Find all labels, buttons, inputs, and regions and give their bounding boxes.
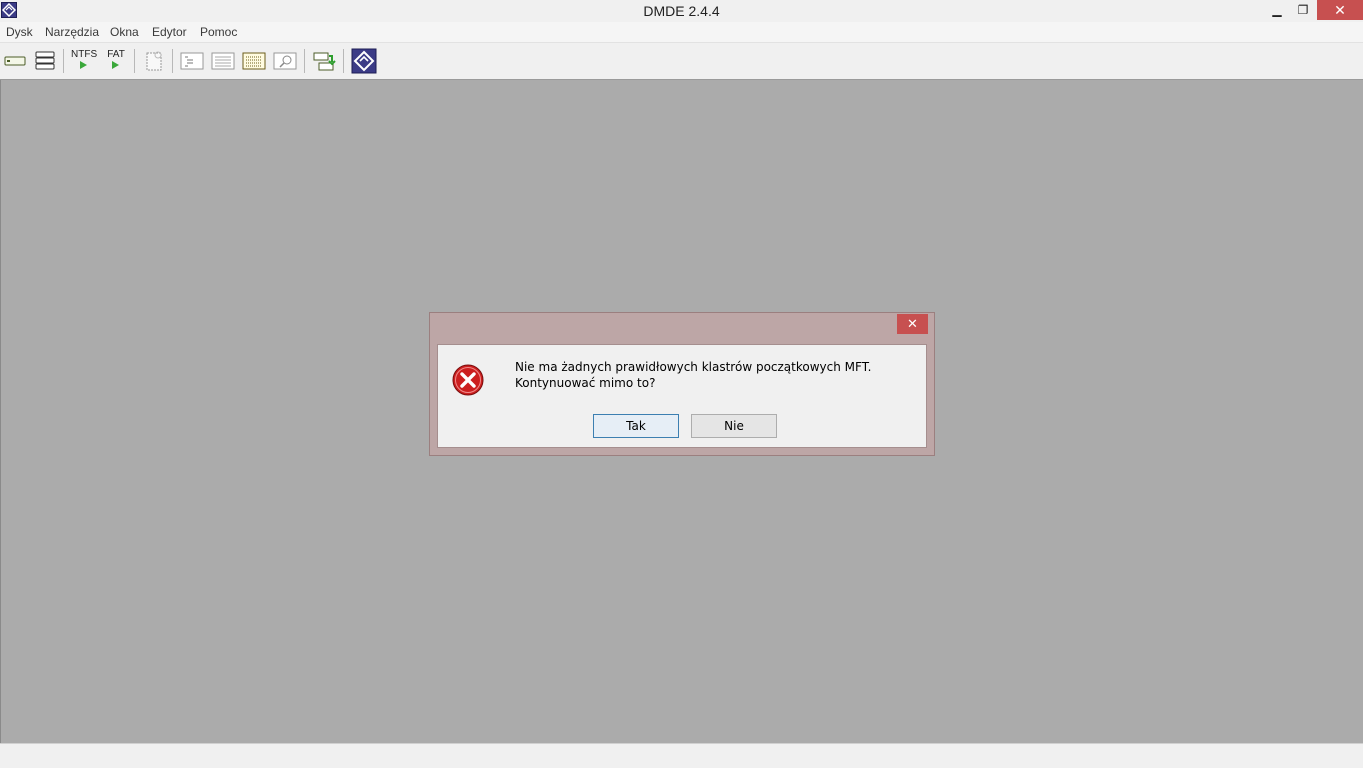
- hex-view-button[interactable]: [241, 48, 267, 74]
- menu-okna[interactable]: Okna: [110, 25, 139, 39]
- fat-search-button[interactable]: FAT: [103, 48, 129, 74]
- dmde-logo-button[interactable]: [351, 48, 377, 74]
- title-bar: DMDE 2.4.4 ▁ ❐ ✕: [0, 0, 1363, 22]
- ntfs-label: NTFS: [71, 49, 98, 60]
- list-view-button[interactable]: [210, 48, 236, 74]
- restore-button[interactable]: ❐: [1288, 0, 1318, 20]
- toolbar-separator: [134, 49, 135, 73]
- toolbar-separator: [304, 49, 305, 73]
- ntfs-play-icon: [80, 61, 87, 69]
- close-icon: ✕: [907, 316, 918, 331]
- ntfs-search-button[interactable]: NTFS: [71, 48, 97, 74]
- fat-label: FAT: [107, 49, 125, 60]
- tree-view-icon: [180, 52, 204, 70]
- toolbar-separator: [343, 49, 344, 73]
- fat-play-icon: [112, 61, 119, 69]
- message-line-2: Kontynuować mimo to?: [515, 376, 656, 390]
- copy-sectors-button[interactable]: [311, 48, 337, 74]
- window-title: DMDE 2.4.4: [643, 3, 720, 19]
- menu-bar: Dysk Narzędzia Okna Edytor Pomoc: [0, 22, 1363, 43]
- menu-pomoc[interactable]: Pomoc: [200, 25, 237, 39]
- physical-disk-icon: [4, 56, 26, 66]
- tree-view-button[interactable]: [179, 48, 205, 74]
- copy-sectors-icon: [313, 52, 336, 71]
- hex-view-icon: [242, 52, 266, 70]
- menu-dysk[interactable]: Dysk: [6, 25, 33, 39]
- dialog-message: Nie ma żadnych prawidłowych klastrów poc…: [515, 359, 871, 391]
- dialog-body: Nie ma żadnych prawidłowych klastrów poc…: [437, 344, 927, 448]
- toolbar-separator: [172, 49, 173, 73]
- menu-edytor[interactable]: Edytor: [152, 25, 187, 39]
- file-open-icon: [146, 51, 162, 71]
- find-icon: [273, 52, 297, 70]
- find-button[interactable]: [272, 48, 298, 74]
- error-dialog: ✕ Nie ma żadnych prawidłowych klastrów p…: [429, 312, 935, 456]
- restore-icon: ❐: [1297, 3, 1309, 17]
- close-button[interactable]: ✕: [1317, 0, 1363, 20]
- minimize-icon: ▁: [1272, 3, 1282, 17]
- file-open-button[interactable]: [141, 48, 167, 74]
- yes-button[interactable]: Tak: [593, 414, 679, 438]
- no-button[interactable]: Nie: [691, 414, 777, 438]
- toolbar: NTFS FAT: [0, 43, 1363, 80]
- logical-disk-icon: [35, 51, 55, 70]
- status-bar: [0, 743, 1363, 768]
- close-icon: ✕: [1334, 2, 1346, 18]
- dmde-logo-icon: [351, 48, 377, 74]
- toolbar-separator: [63, 49, 64, 73]
- menu-narzedzia[interactable]: Narzędzia: [45, 25, 99, 39]
- list-view-icon: [211, 52, 235, 70]
- dialog-close-button[interactable]: ✕: [897, 314, 928, 334]
- logical-disk-button[interactable]: [32, 48, 58, 74]
- error-icon: [452, 364, 484, 396]
- physical-disk-button[interactable]: [2, 48, 28, 74]
- message-line-1: Nie ma żadnych prawidłowych klastrów poc…: [515, 360, 872, 374]
